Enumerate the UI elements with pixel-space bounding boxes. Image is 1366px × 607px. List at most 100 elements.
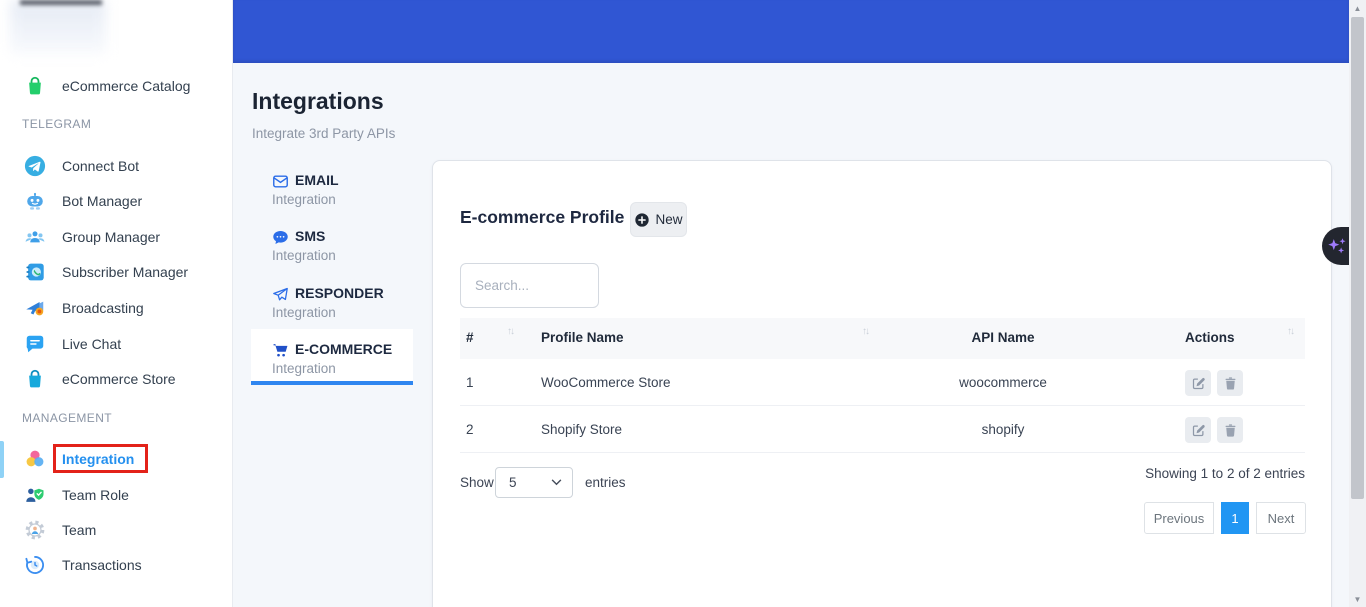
app-logo	[10, 0, 106, 54]
panel-title: E-commerce Profile	[460, 207, 624, 228]
robot-icon	[24, 190, 46, 212]
topbar	[233, 0, 1349, 63]
sidebar-section-telegram: TELEGRAM	[22, 117, 91, 131]
sidebar-section-management: MANAGEMENT	[22, 411, 112, 425]
table-header: # ↑↓ Profile Name ↑↓ API Name Actions ↑↓	[460, 318, 1305, 359]
contact-book-icon	[24, 261, 46, 283]
sidebar-item-integration[interactable]: Integration	[0, 443, 233, 475]
sort-icon[interactable]: ↑↓	[1287, 326, 1293, 337]
row-profile-name: Shopify Store	[541, 422, 622, 437]
app-logo-blur	[20, 0, 102, 5]
chevron-down-icon	[551, 479, 562, 486]
column-header-profile-name[interactable]: Profile Name	[541, 330, 624, 345]
subnav-subtitle: Integration	[272, 305, 336, 320]
row-profile-name: WooCommerce Store	[541, 375, 671, 390]
transactions-history-icon	[24, 554, 46, 576]
sidebar-item-label: Broadcasting	[62, 300, 144, 316]
edit-pencil-icon	[1191, 423, 1206, 438]
shopping-bag-green-icon	[24, 75, 46, 97]
column-header-num[interactable]: #	[466, 330, 474, 345]
entries-label: entries	[585, 475, 626, 490]
edit-button[interactable]	[1185, 370, 1211, 396]
role-shield-icon	[24, 484, 46, 506]
subnav-subtitle: Integration	[272, 361, 336, 376]
table-summary: Showing 1 to 2 of 2 entries	[1145, 466, 1305, 481]
subnav-title: SMS	[295, 228, 325, 244]
page-subtitle: Integrate 3rd Party APIs	[252, 126, 395, 141]
integration-circles-icon	[24, 448, 46, 470]
column-header-actions[interactable]: Actions	[1185, 330, 1235, 345]
team-gear-icon	[24, 519, 46, 541]
row-number: 2	[466, 422, 474, 437]
sidebar-item-label: Live Chat	[62, 336, 121, 352]
group-icon	[24, 226, 46, 248]
sort-icon[interactable]: ↑↓	[862, 326, 868, 337]
sidebar-item-team[interactable]: Team	[0, 514, 233, 546]
search-input[interactable]	[460, 263, 599, 308]
edit-button[interactable]	[1185, 417, 1211, 443]
subnav-title: EMAIL	[295, 172, 339, 188]
sidebar-item-team-role[interactable]: Team Role	[0, 479, 233, 511]
sidebar-item-label: Subscriber Manager	[62, 264, 188, 280]
subnav-title: RESPONDER	[295, 285, 384, 301]
page-scrollbar[interactable]: ▲ ▼	[1349, 0, 1366, 607]
scrollbar-thumb[interactable]	[1351, 17, 1364, 499]
current-page-button[interactable]: 1	[1221, 502, 1249, 534]
trash-icon	[1223, 376, 1238, 391]
cart-icon	[272, 342, 289, 359]
sidebar-item-label: Integration	[62, 451, 134, 467]
page-title: Integrations	[252, 88, 384, 115]
sidebar-item-transactions[interactable]: Transactions	[0, 549, 233, 581]
next-page-button[interactable]: Next	[1256, 502, 1306, 534]
table-row: 2 Shopify Store shopify	[460, 406, 1305, 453]
sidebar-item-broadcasting[interactable]: Broadcasting	[0, 292, 233, 324]
sparkles-icon	[1326, 234, 1348, 258]
new-profile-button[interactable]: New	[630, 202, 687, 237]
trash-icon	[1223, 423, 1238, 438]
sms-icon	[272, 229, 289, 246]
sidebar-item-label: Team	[62, 522, 96, 538]
chat-bubble-icon	[24, 333, 46, 355]
row-api-name: woocommerce	[928, 375, 1078, 390]
sort-icon[interactable]: ↑↓	[507, 326, 513, 337]
sidebar-item-label: Group Manager	[62, 229, 160, 245]
sidebar-item-label: Team Role	[62, 487, 129, 503]
app-screen: eCommerce Catalog TELEGRAM Connect Bot B…	[0, 0, 1366, 607]
subnav-title: E-COMMERCE	[295, 341, 392, 357]
sidebar-item-label: eCommerce Store	[62, 371, 176, 387]
show-label: Show	[460, 475, 494, 490]
previous-page-button[interactable]: Previous	[1144, 502, 1214, 534]
sidebar-item-label: Transactions	[62, 557, 142, 573]
column-header-api-name[interactable]: API Name	[928, 330, 1078, 345]
scrollbar-down-arrow[interactable]: ▼	[1349, 591, 1366, 607]
sidebar-item-group-manager[interactable]: Group Manager	[0, 221, 233, 253]
sidebar: eCommerce Catalog TELEGRAM Connect Bot B…	[0, 0, 233, 607]
sidebar-item-ecommerce-catalog[interactable]: eCommerce Catalog	[0, 70, 233, 102]
table-row: 1 WooCommerce Store woocommerce	[460, 359, 1305, 406]
sidebar-item-label: eCommerce Catalog	[62, 78, 190, 94]
delete-button[interactable]	[1217, 417, 1243, 443]
subnav-subtitle: Integration	[272, 192, 336, 207]
shopping-bag-blue-icon	[24, 368, 46, 390]
sidebar-item-label: Connect Bot	[62, 158, 139, 174]
paper-plane-icon	[272, 286, 289, 303]
delete-button[interactable]	[1217, 370, 1243, 396]
sidebar-item-connect-bot[interactable]: Connect Bot	[0, 150, 233, 182]
subnav-subtitle: Integration	[272, 248, 336, 263]
sidebar-item-ecommerce-store[interactable]: eCommerce Store	[0, 363, 233, 395]
megaphone-icon	[24, 297, 46, 319]
row-number: 1	[466, 375, 474, 390]
sidebar-item-live-chat[interactable]: Live Chat	[0, 328, 233, 360]
page-size-value: 5	[509, 475, 551, 490]
page-size-select[interactable]: 5	[495, 467, 573, 498]
sidebar-item-bot-manager[interactable]: Bot Manager	[0, 185, 233, 217]
subnav-active-underline	[251, 381, 413, 385]
email-icon	[272, 173, 289, 190]
plus-circle-icon	[634, 212, 650, 228]
new-button-label: New	[655, 212, 682, 227]
sidebar-item-label: Bot Manager	[62, 193, 142, 209]
scrollbar-up-arrow[interactable]: ▲	[1349, 0, 1366, 16]
edit-pencil-icon	[1191, 376, 1206, 391]
sidebar-item-subscriber-manager[interactable]: Subscriber Manager	[0, 256, 233, 288]
row-api-name: shopify	[928, 422, 1078, 437]
